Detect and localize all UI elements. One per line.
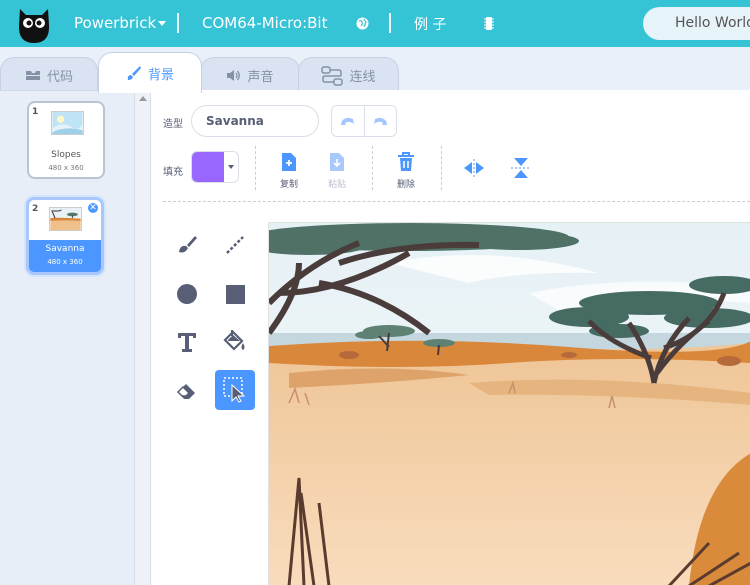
backdrop-dimensions: 480 x 360 <box>47 258 83 266</box>
undo-icon <box>340 117 354 125</box>
rectangle-tool[interactable] <box>215 274 255 314</box>
chevron-down-icon <box>228 165 234 169</box>
code-icon <box>25 71 40 80</box>
globe-icon[interactable] <box>356 17 369 30</box>
brush-tool[interactable] <box>167 225 207 265</box>
fill-color-swatch <box>192 152 224 182</box>
line-tool[interactable] <box>215 225 255 265</box>
tab-code[interactable]: 代码 <box>0 57 98 93</box>
paste-icon <box>330 153 344 171</box>
editor-tabs: 代码 背景 声音 连线 <box>0 47 750 93</box>
scroll-up-icon[interactable] <box>139 96 147 101</box>
port-menu[interactable]: COM64-Micro:Bit <box>202 14 328 32</box>
undo-redo-group <box>331 105 397 137</box>
menu-divider <box>177 13 179 33</box>
hello-world-button[interactable]: Hello World <box>643 7 750 40</box>
brush-icon <box>127 66 141 80</box>
fill-color-picker[interactable] <box>191 151 239 183</box>
device-menu-label: Powerbrick <box>74 14 157 32</box>
tab-wiring[interactable]: 连线 <box>298 57 399 93</box>
tab-backdrops-label: 背景 <box>147 67 174 83</box>
toolbar-divider <box>163 201 750 202</box>
line-icon <box>226 236 244 254</box>
sound-icon <box>227 70 241 81</box>
backdrop-dimensions: 480 x 360 <box>48 164 84 172</box>
savanna-backdrop-image <box>269 223 750 585</box>
close-icon: ✕ <box>89 203 97 213</box>
text-tool[interactable] <box>167 322 207 362</box>
paint-bucket-icon <box>223 330 245 351</box>
select-tool[interactable] <box>215 370 255 410</box>
backdrop-name: Savanna <box>45 244 85 254</box>
chevron-down-icon <box>158 21 167 26</box>
paste-label: 粘贴 <box>327 180 346 190</box>
backdrop-name: Slopes <box>51 150 81 160</box>
wiring-icon <box>321 65 344 86</box>
copy-icon <box>282 153 296 171</box>
delete-label: 删除 <box>396 180 415 190</box>
delete-backdrop-button[interactable]: ✕ <box>86 201 100 215</box>
backdrop-list: 1 Slopes 480 x 360 2 Savanna 480 x 360 ✕ <box>0 90 134 585</box>
backdrop-thumbnail <box>49 207 82 231</box>
backdrop-list-scrollbar[interactable] <box>134 90 151 585</box>
copy-label: 复制 <box>279 180 298 190</box>
circle-tool[interactable] <box>167 274 207 314</box>
undo-button[interactable] <box>332 106 364 136</box>
tab-sounds-label: 声音 <box>247 70 274 85</box>
toolbar-divider <box>441 146 442 190</box>
menu-bar: Powerbrick COM64-Micro:Bit 例 子 Hello Wor… <box>0 0 750 47</box>
text-icon <box>178 333 196 352</box>
paint-editor: 造型 Savanna 填充 复制 粘贴 删除 <box>151 90 750 585</box>
redo-button[interactable] <box>363 106 397 136</box>
eraser-icon <box>176 384 195 399</box>
toolbar-divider <box>255 146 256 190</box>
fill-label: 填充 <box>163 167 183 178</box>
copy-button[interactable]: 复制 <box>274 148 304 190</box>
backdrop-number: 1 <box>32 107 39 117</box>
rectangle-icon <box>226 285 245 304</box>
redo-icon <box>374 117 388 125</box>
tab-backdrops[interactable]: 背景 <box>98 52 202 93</box>
fill-tool[interactable] <box>215 322 255 362</box>
backdrop-item-slopes[interactable]: 1 Slopes 480 x 360 <box>27 101 105 179</box>
trash-icon <box>398 152 414 171</box>
select-cursor-icon <box>223 377 246 403</box>
tab-sounds[interactable]: 声音 <box>200 57 300 93</box>
delete-button[interactable]: 删除 <box>391 148 421 190</box>
flip-vertical-icon[interactable] <box>511 156 531 180</box>
fill-dropdown[interactable] <box>224 152 238 182</box>
flip-horizontal-icon[interactable] <box>462 159 486 177</box>
chip-icon[interactable] <box>484 16 494 31</box>
backdrop-thumbnail <box>51 111 84 135</box>
tab-wiring-label: 连线 <box>349 70 376 85</box>
brush-icon <box>179 236 197 253</box>
owl-logo-icon[interactable] <box>14 3 54 45</box>
costume-name-input[interactable]: Savanna <box>191 105 319 137</box>
paint-canvas[interactable] <box>268 222 750 585</box>
eraser-tool[interactable] <box>167 370 207 410</box>
menu-divider <box>389 13 391 33</box>
examples-menu[interactable]: 例 子 <box>414 14 446 34</box>
toolbar-divider <box>372 146 373 190</box>
backdrop-number: 2 <box>32 204 39 214</box>
tab-code-label: 代码 <box>46 70 73 85</box>
device-menu[interactable]: Powerbrick <box>74 14 167 32</box>
costume-name-label: 造型 <box>163 119 183 130</box>
paste-button[interactable]: 粘贴 <box>322 148 352 190</box>
backdrop-item-savanna[interactable]: 2 Savanna 480 x 360 ✕ <box>26 197 104 275</box>
circle-icon <box>177 284 197 304</box>
